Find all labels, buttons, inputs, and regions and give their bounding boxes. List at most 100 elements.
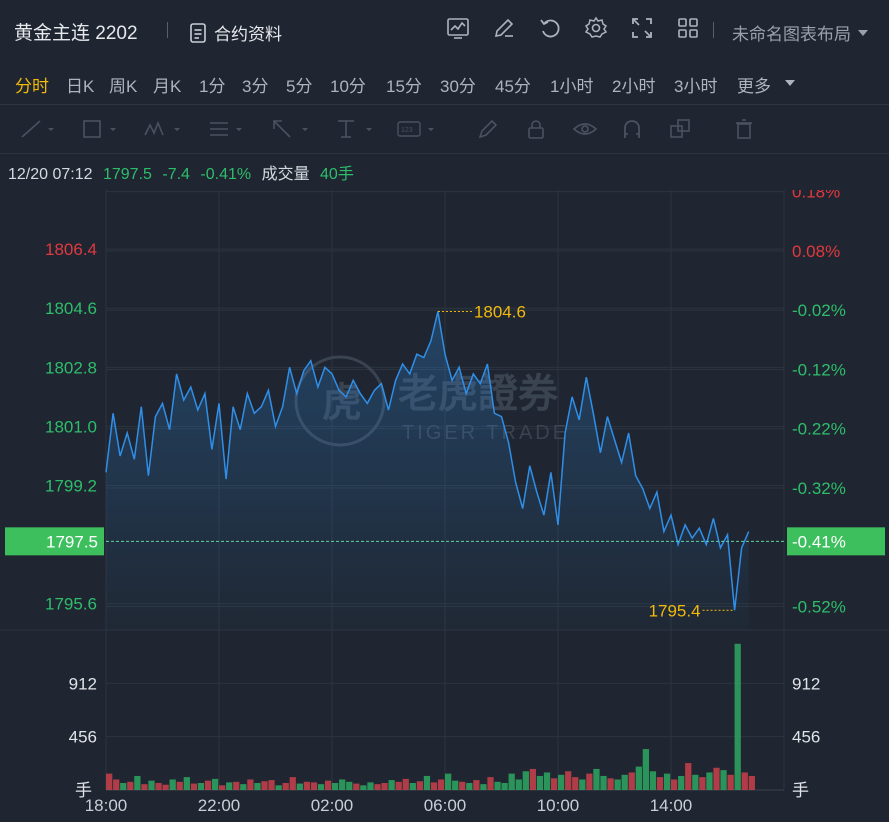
volume-bar	[692, 774, 699, 790]
tab-0[interactable]: 分时	[15, 72, 49, 97]
volume-bar	[204, 780, 212, 790]
volume-bar	[120, 782, 127, 790]
tab-4[interactable]: 1分	[199, 72, 225, 97]
high-label: 1804.6	[474, 302, 526, 321]
current-price-value: 1797.5	[46, 532, 98, 551]
magnet-icon[interactable]	[620, 117, 654, 141]
line-tool-icon[interactable]	[18, 117, 54, 141]
y-right-tick-label: -0.52%	[792, 598, 846, 617]
volume-bar	[310, 782, 318, 790]
eye-icon[interactable]	[572, 117, 606, 141]
settings-gear-icon[interactable]	[584, 16, 608, 40]
volume-bar	[211, 778, 219, 790]
volume-bar	[501, 782, 508, 790]
drawing-toolbar: 123	[0, 104, 889, 154]
volume-bar	[536, 775, 544, 790]
caret-down-icon[interactable]	[784, 78, 796, 88]
period-tabs: 分时 日K 周K 月K 1分 3分 5分 10分 15分 30分 45分 1小时 2小时 3小时 更多	[0, 62, 889, 102]
caret-down-icon	[858, 29, 868, 36]
volume-bar	[402, 778, 409, 790]
svg-text:123: 123	[401, 127, 413, 134]
tab-5[interactable]: 3分	[242, 72, 268, 97]
volume-bar	[494, 781, 501, 790]
volume-bar	[332, 782, 339, 790]
volume-bar	[473, 780, 480, 790]
quote-info-bar: 12/20 07:12 1797.5 -7.4 -0.41% 成交量 40手	[8, 160, 360, 184]
quote-datetime: 12/20 07:12	[8, 166, 93, 183]
volume-bar	[678, 775, 685, 790]
tab-7[interactable]: 10分	[330, 72, 366, 97]
tab-8[interactable]: 15分	[386, 72, 422, 97]
volume-bar	[437, 779, 445, 790]
contract-info-button[interactable]: 合约资料	[189, 20, 282, 45]
volume-bar	[621, 774, 628, 790]
volume-bar	[572, 777, 579, 790]
tab-2[interactable]: 周K	[109, 72, 137, 97]
volume-bar	[317, 784, 325, 790]
intraday-chart[interactable]: 虎 老虎證券 TIGER TRADE 18:0022:0002:0006:001…	[0, 190, 889, 822]
volume-bar	[226, 782, 233, 790]
trash-icon[interactable]	[732, 117, 766, 141]
text-tool-icon[interactable]	[334, 117, 372, 141]
tab-10[interactable]: 45分	[495, 72, 531, 97]
arrow-tool-icon[interactable]	[270, 117, 308, 141]
volume-bar	[374, 784, 381, 790]
x-tick-label: 22:00	[198, 796, 241, 815]
indicator-chart-icon[interactable]	[446, 16, 470, 40]
rectangle-tool-icon[interactable]	[80, 117, 116, 141]
volume-bar	[303, 781, 311, 790]
volume-bar	[148, 780, 155, 790]
volume-bar	[183, 777, 190, 790]
quote-price: 1797.5	[102, 166, 152, 183]
price-area	[106, 311, 749, 630]
pattern-tool-icon[interactable]	[142, 117, 180, 141]
tab-9[interactable]: 30分	[440, 72, 476, 97]
volume-tick-label: 912	[69, 674, 97, 693]
refresh-icon[interactable]	[538, 16, 562, 40]
volume-bar	[579, 779, 586, 790]
volume-bar	[558, 774, 565, 790]
fullscreen-icon[interactable]	[630, 16, 654, 40]
pen-icon[interactable]	[476, 117, 510, 141]
tab-13[interactable]: 3小时	[674, 72, 717, 97]
volume-bar	[261, 781, 268, 790]
y-tick-label: 1801.0	[45, 417, 97, 436]
volume-bar	[113, 779, 120, 790]
volume-bar	[508, 773, 515, 790]
quote-change-pct: -0.41%	[200, 166, 252, 183]
fibonacci-tool-icon[interactable]	[206, 117, 242, 141]
tab-11[interactable]: 1小时	[550, 72, 593, 97]
price-label-tool-icon[interactable]: 123	[396, 117, 434, 141]
tab-1[interactable]: 日K	[66, 72, 94, 97]
layers-icon[interactable]	[668, 117, 702, 141]
volume-bar	[247, 779, 254, 790]
symbol-title[interactable]: 黄金主连 2202	[14, 18, 138, 45]
lock-icon[interactable]	[524, 117, 558, 141]
volume-bar	[268, 780, 275, 790]
volume-bar	[671, 779, 678, 790]
volume-bar	[233, 781, 240, 790]
volume-bar	[409, 782, 416, 790]
volume-bar	[289, 777, 296, 790]
volume-bar	[600, 775, 607, 790]
tab-14[interactable]: 更多	[737, 72, 771, 97]
volume-bar	[169, 779, 176, 790]
grid-layout-icon[interactable]	[676, 16, 700, 40]
volume-bar	[586, 773, 593, 790]
volume-bar	[282, 782, 289, 790]
y-tick-label: 1806.4	[45, 240, 97, 259]
document-icon	[190, 22, 206, 43]
tab-3[interactable]: 月K	[153, 72, 181, 97]
y-tick-label: 1799.2	[45, 477, 97, 496]
volume-bar	[593, 768, 600, 790]
volume-bar	[713, 767, 720, 790]
volume-bar	[134, 775, 141, 790]
tab-12[interactable]: 2小时	[612, 72, 655, 97]
contract-info-label: 合约资料	[214, 25, 282, 44]
y-right-tick-label: -0.32%	[792, 479, 846, 498]
layout-selector[interactable]: 未命名图表布局	[732, 20, 869, 45]
edit-icon[interactable]	[492, 16, 516, 40]
y-right-tick-label: -0.22%	[792, 420, 846, 439]
tab-6[interactable]: 5分	[286, 72, 312, 97]
volume-bar	[459, 781, 466, 790]
